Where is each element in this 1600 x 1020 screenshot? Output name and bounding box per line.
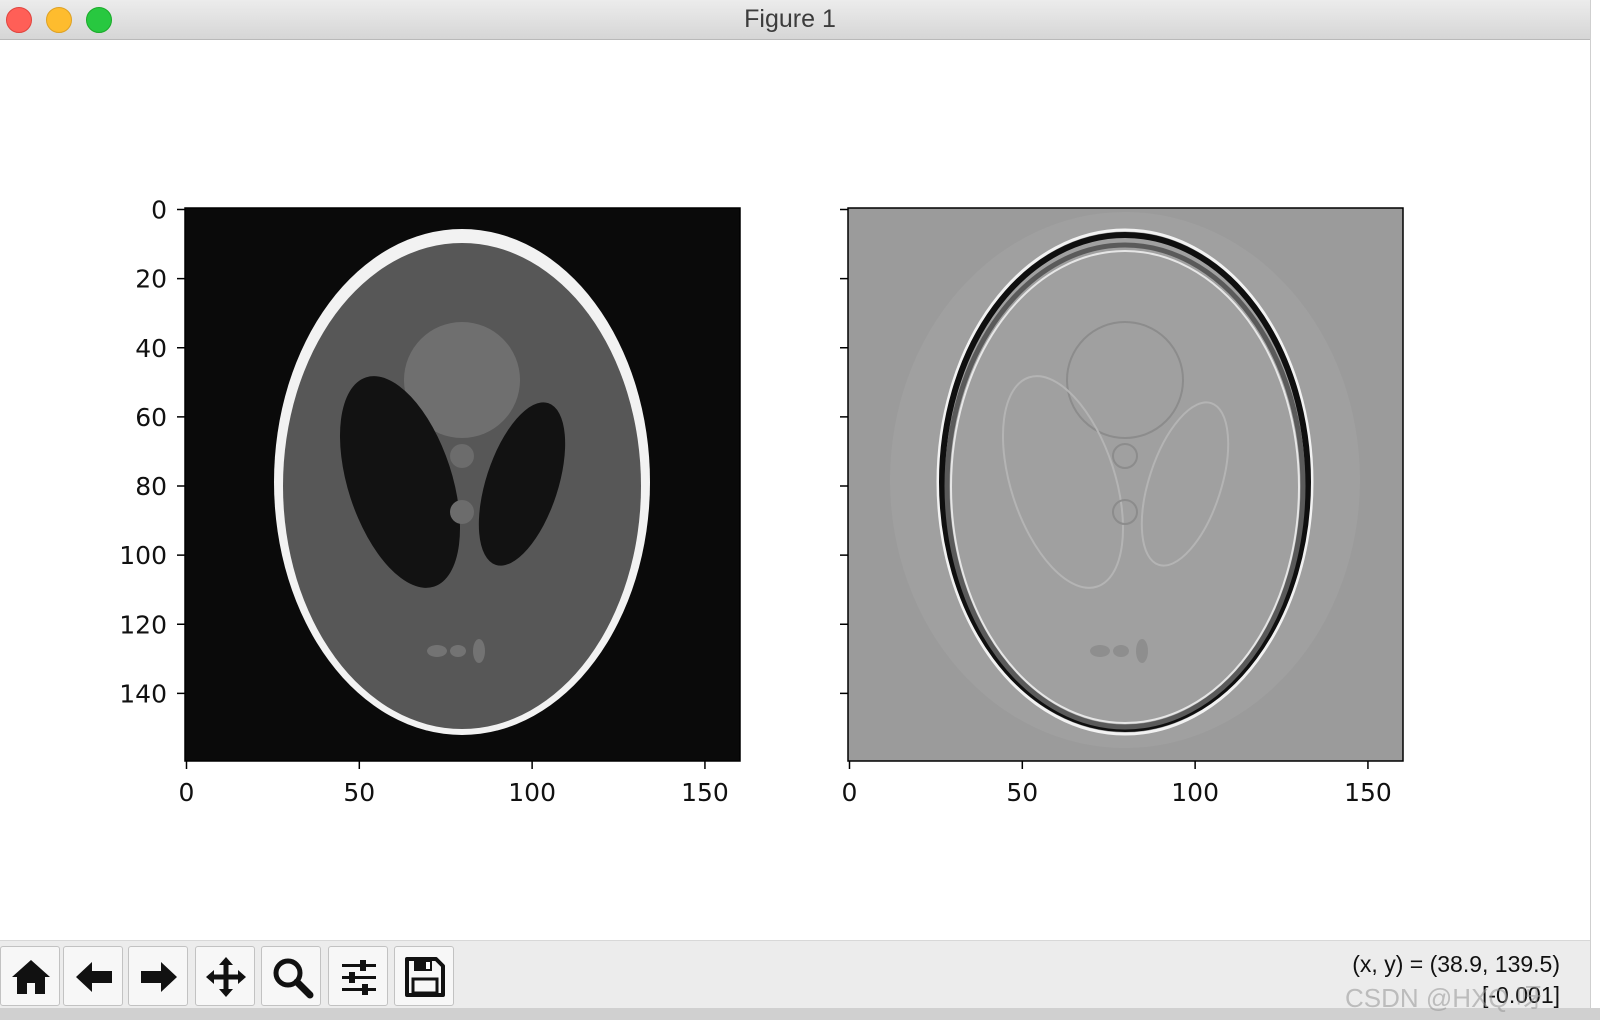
- arrow-right-icon: [141, 962, 177, 992]
- left-y-tick-label: 60: [135, 403, 167, 432]
- figure-window: Figure 1 0 50 100 150 0 20 40 60 80 100 …: [0, 0, 1590, 1020]
- floppy-icon: [405, 957, 445, 997]
- figure-canvas[interactable]: 0 50 100 150 0 20 40 60 80 100 120 140 0 50 100…: [0, 40, 1590, 940]
- sliders-icon: [342, 960, 376, 995]
- small-spot-3: [427, 645, 447, 657]
- cursor-coordinates: (x, y) = (38.9, 139.5): [1352, 951, 1560, 977]
- home-button[interactable]: [0, 946, 60, 1006]
- configure-subplots-button[interactable]: [328, 946, 388, 1006]
- move-icon: [206, 957, 246, 997]
- left-y-tick-label: 140: [119, 679, 167, 708]
- save-button[interactable]: [394, 946, 454, 1006]
- right-x-tick-label: 150: [1344, 778, 1392, 807]
- left-subplot: 0 50 100 150 0 20 40 60 80 100 120 140: [119, 196, 741, 807]
- small-spot-edge-3: [1090, 645, 1110, 657]
- left-x-tick-label: 50: [343, 778, 375, 807]
- background-window-edge: [1590, 0, 1600, 1020]
- home-icon: [12, 960, 50, 994]
- left-phantom-image: [274, 229, 650, 735]
- left-x-tick-label: 100: [508, 778, 556, 807]
- left-y-tick-label: 120: [119, 610, 167, 639]
- title-bar[interactable]: Figure 1: [0, 0, 1590, 40]
- right-x-tick-label: 50: [1006, 778, 1038, 807]
- right-x-axis: 0 50 100 150: [842, 761, 1392, 807]
- left-y-tick-label: 0: [151, 196, 167, 225]
- left-x-tick-label: 150: [681, 778, 729, 807]
- left-y-tick-label: 40: [135, 334, 167, 363]
- left-y-axis: 0 20 40 60 80 100 120 140: [119, 196, 185, 708]
- right-subplot: 0 50 100 150: [840, 207, 1404, 807]
- left-y-tick-label: 20: [135, 265, 167, 294]
- arrow-left-icon: [76, 962, 112, 992]
- left-y-tick-label: 100: [119, 541, 167, 570]
- forward-button[interactable]: [128, 946, 188, 1006]
- back-button[interactable]: [63, 946, 123, 1006]
- right-difference-image: [890, 212, 1360, 748]
- pan-button[interactable]: [195, 946, 255, 1006]
- artifact-halo: [890, 212, 1360, 748]
- right-x-tick-label: 0: [842, 778, 858, 807]
- small-spot-5: [473, 639, 485, 663]
- small-spot-1: [450, 444, 474, 468]
- left-x-axis: 0 50 100 150: [179, 761, 729, 807]
- left-x-tick-label: 0: [179, 778, 195, 807]
- small-spot-2: [450, 500, 474, 524]
- small-spot-edge-5: [1136, 639, 1148, 663]
- zoom-button[interactable]: [261, 946, 321, 1006]
- right-x-tick-label: 100: [1171, 778, 1219, 807]
- window-title: Figure 1: [744, 5, 836, 33]
- small-spot-4: [450, 645, 466, 657]
- magnifier-icon: [273, 958, 314, 999]
- small-spot-edge-4: [1113, 645, 1129, 657]
- right-y-axis: [840, 208, 848, 695]
- watermark-text: CSDN @HXQ 呀: [1345, 983, 1542, 1013]
- left-y-tick-label: 80: [135, 472, 167, 501]
